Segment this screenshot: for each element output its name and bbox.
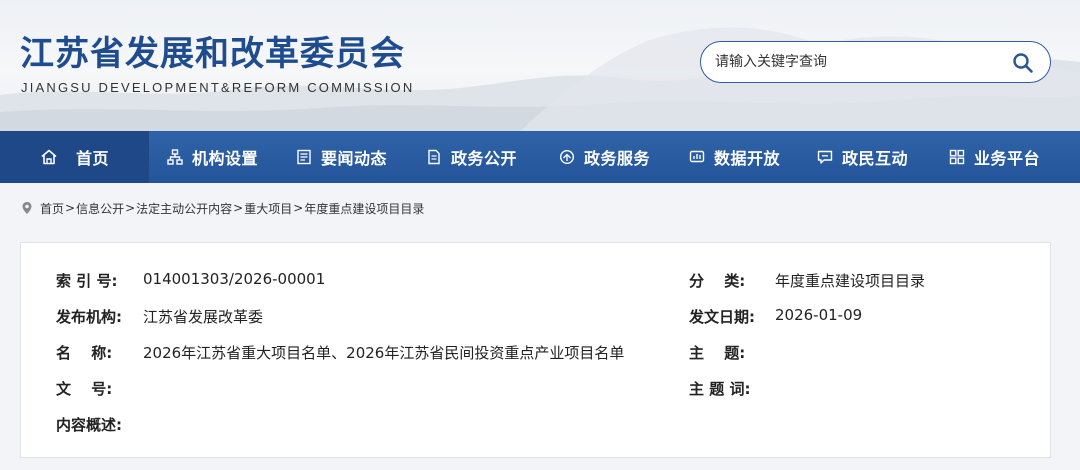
nav-item-organization[interactable]: 机构设置 — [149, 131, 278, 183]
site-header: 江苏省发展和改革委员会 JIANGSU DEVELOPMENT&REFORM C… — [0, 0, 1080, 131]
keywords-label: 主 题 词: — [689, 380, 751, 398]
breadcrumb-current: 年度重点建设项目目录 — [304, 201, 425, 216]
site-title: 江苏省发展和改革委员会 — [20, 34, 405, 74]
document-info-panel: 索 引 号: 014001303/2026-00001 分 类: 年度重点建设项… — [20, 242, 1051, 458]
breadcrumb: 首页 > 信息公开 > 法定主动公开内容 > 重大项目 > 年度重点建设项目目录 — [20, 199, 424, 217]
breadcrumb-separator: > — [65, 201, 76, 215]
nav-item-gov-service[interactable]: 政务服务 — [534, 131, 663, 183]
document-icon — [425, 148, 443, 166]
home-icon — [40, 148, 58, 166]
nav-label: 政民互动 — [842, 149, 909, 168]
doc-number-label: 文 号: — [56, 380, 113, 398]
breadcrumb-home[interactable]: 首页 — [40, 200, 64, 217]
search-input[interactable] — [715, 51, 1005, 73]
index-value: 014001303/2026-00001 — [143, 270, 326, 288]
category-value: 年度重点建设项目目录 — [775, 272, 926, 290]
nav-item-news[interactable]: 要闻动态 — [278, 131, 407, 183]
nav-label: 业务平台 — [974, 149, 1041, 168]
nav-label: 政务服务 — [584, 149, 651, 168]
index-label: 索 引 号: — [56, 272, 118, 290]
nav-label: 要闻动态 — [321, 149, 388, 168]
nav-label: 机构设置 — [192, 149, 259, 168]
nav-label: 数据开放 — [714, 149, 781, 168]
nav-label: 政务公开 — [451, 149, 518, 168]
breadcrumb-separator: > — [233, 201, 244, 215]
breadcrumb-statutory-content[interactable]: 法定主动公开内容 — [136, 200, 232, 217]
service-icon — [558, 148, 576, 166]
grid-icon — [948, 148, 966, 166]
org-chart-icon — [166, 148, 184, 166]
main-nav: 首页 机构设置 要闻动态 政务公开 政务服务 数据开放 政民互动 业务平台 — [0, 131, 1080, 183]
data-icon — [688, 148, 706, 166]
breadcrumb-info-open[interactable]: 信息公开 — [76, 200, 124, 217]
breadcrumb-separator: > — [293, 201, 304, 215]
site-subtitle: JIANGSU DEVELOPMENT&REFORM COMMISSION — [21, 80, 415, 95]
news-icon — [295, 148, 313, 166]
nav-item-public-interaction[interactable]: 政民互动 — [791, 131, 920, 183]
publisher-label: 发布机构: — [56, 308, 122, 326]
nav-item-home[interactable]: 首页 — [0, 131, 149, 183]
date-label: 发文日期: — [689, 308, 755, 326]
chat-icon — [816, 148, 834, 166]
search-icon[interactable] — [1012, 52, 1034, 74]
name-value: 2026年江苏省重大项目名单、2026年江苏省民间投资重点产业项目名单 — [143, 344, 625, 362]
name-label: 名 称: — [56, 344, 113, 362]
subject-label: 主 题: — [689, 344, 746, 362]
category-label: 分 类: — [689, 272, 746, 290]
nav-item-gov-affairs-open[interactable]: 政务公开 — [407, 131, 534, 183]
breadcrumb-major-projects[interactable]: 重大项目 — [244, 200, 292, 217]
nav-label: 首页 — [76, 149, 110, 168]
date-value: 2026-01-09 — [775, 306, 863, 324]
breadcrumb-separator: > — [125, 201, 136, 215]
publisher-value: 江苏省发展改革委 — [143, 308, 264, 326]
nav-item-business-platform[interactable]: 业务平台 — [920, 131, 1050, 183]
search-box — [700, 41, 1051, 83]
summary-label: 内容概述: — [56, 416, 122, 434]
location-pin-icon — [22, 202, 32, 214]
nav-item-open-data[interactable]: 数据开放 — [663, 131, 791, 183]
